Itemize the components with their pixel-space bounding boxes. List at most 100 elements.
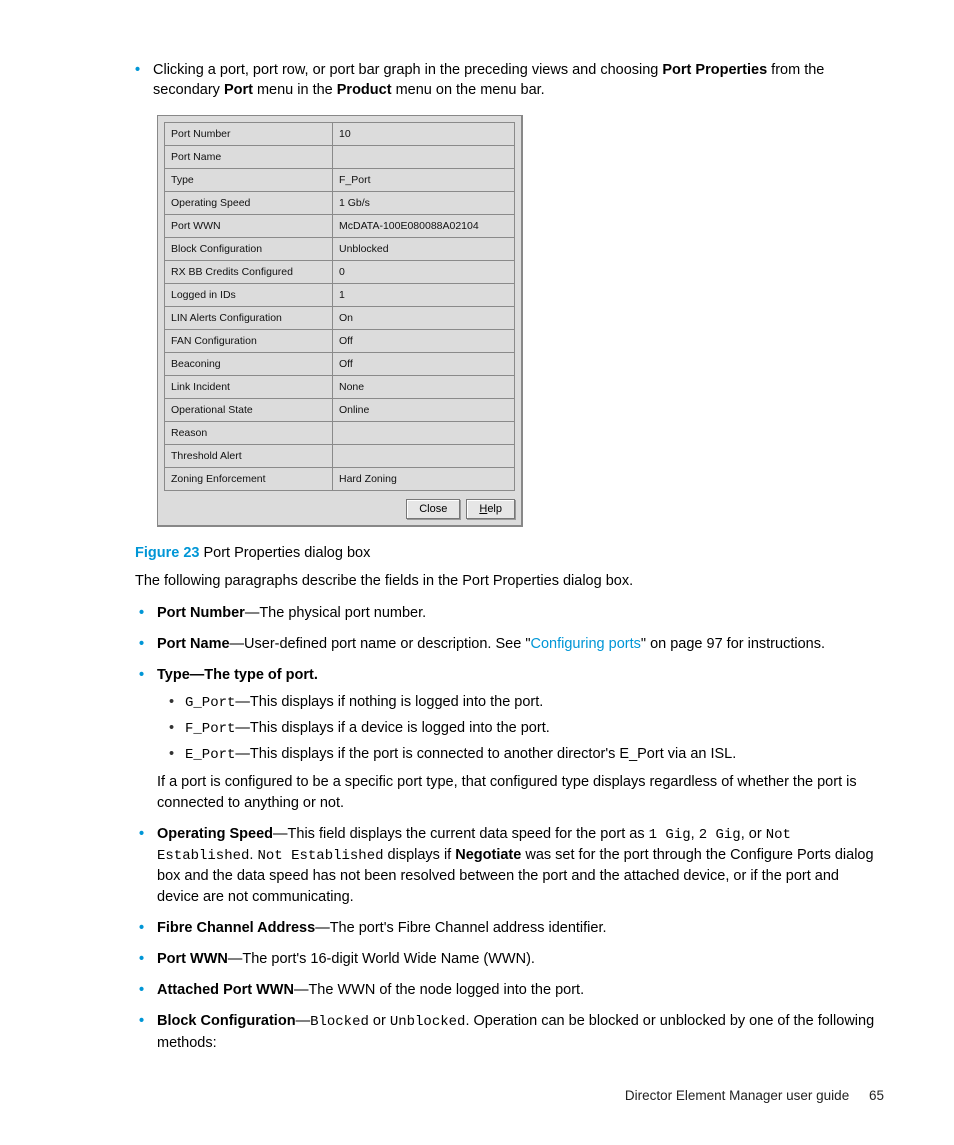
type-sublist: G_Port—This displays if nothing is logge… xyxy=(157,692,884,766)
close-button[interactable]: Close xyxy=(406,499,460,519)
prop-label: Zoning Enforcement xyxy=(165,467,333,490)
field-head: Operating Speed xyxy=(157,826,273,842)
footer-title: Director Element Manager user guide xyxy=(625,1088,849,1103)
intro-bold3: Product xyxy=(337,82,392,98)
following-paragraph: The following paragraphs describe the fi… xyxy=(135,573,884,589)
text: This displays if a device is logged into… xyxy=(250,720,550,736)
help-rest: elp xyxy=(487,503,502,515)
bullet-icon: • xyxy=(135,60,153,101)
prop-value: 1 Gb/s xyxy=(333,191,515,214)
figure-text: Port Properties dialog box xyxy=(199,545,370,561)
field-port-wwn: Port WWN—The port's 16-digit World Wide … xyxy=(157,949,884,970)
prop-value xyxy=(333,444,515,467)
field-text: The port's 16-digit World Wide Name (WWN… xyxy=(242,951,535,967)
intro-bold2: Port xyxy=(224,82,253,98)
prop-label: Link Incident xyxy=(165,375,333,398)
t2: displays if xyxy=(384,847,456,863)
prop-label: Threshold Alert xyxy=(165,444,333,467)
prop-value: Hard Zoning xyxy=(333,467,515,490)
table-row: Operational StateOnline xyxy=(165,398,515,421)
table-row: Operating Speed1 Gb/s xyxy=(165,191,515,214)
field-type: Type—The type of port. G_Port—This displ… xyxy=(157,665,884,814)
table-row: Reason xyxy=(165,421,515,444)
t1: This field displays the current data spe… xyxy=(288,826,649,842)
prop-label: LIN Alerts Configuration xyxy=(165,306,333,329)
intro-mid2: menu in the xyxy=(253,82,337,98)
field-text: The WWN of the node logged into the port… xyxy=(308,982,584,998)
field-fibre-channel-address: Fibre Channel Address—The port's Fibre C… xyxy=(157,918,884,939)
prop-value: Online xyxy=(333,398,515,421)
prop-value: Off xyxy=(333,329,515,352)
prop-label: Logged in IDs xyxy=(165,283,333,306)
document-page: • Clicking a port, port row, or port bar… xyxy=(0,0,954,1145)
dash: — xyxy=(294,982,309,998)
subtype-fport: F_Port—This displays if a device is logg… xyxy=(185,718,884,740)
table-row: FAN ConfigurationOff xyxy=(165,329,515,352)
prop-label: RX BB Credits Configured xyxy=(165,260,333,283)
subtype-eport: E_Port—This displays if the port is conn… xyxy=(185,744,884,766)
intro-bold1: Port Properties xyxy=(662,62,767,78)
intro-suffix: menu on the menu bar. xyxy=(392,82,545,98)
table-row: Logged in IDs1 xyxy=(165,283,515,306)
field-text: The port's Fibre Channel address identif… xyxy=(330,920,607,936)
dash: — xyxy=(190,667,205,683)
text: This displays if nothing is logged into … xyxy=(250,694,543,710)
dash: — xyxy=(230,636,245,652)
field-head: Type xyxy=(157,667,190,683)
subtype-gport: G_Port—This displays if nothing is logge… xyxy=(185,692,884,714)
figure-label: Figure 23 xyxy=(135,545,199,561)
negotiate: Negotiate xyxy=(455,847,521,863)
comma: , xyxy=(691,826,699,842)
field-port-number: Port Number—The physical port number. xyxy=(157,603,884,624)
field-port-name: Port Name—User-defined port name or desc… xyxy=(157,634,884,655)
field-list: Port Number—The physical port number. Po… xyxy=(135,603,884,1054)
field-operating-speed: Operating Speed—This field displays the … xyxy=(157,824,884,909)
table-row: BeaconingOff xyxy=(165,352,515,375)
prop-label: Block Configuration xyxy=(165,237,333,260)
port-properties-dialog: Port Number10 Port Name TypeF_Port Opera… xyxy=(157,115,523,527)
prop-value: F_Port xyxy=(333,168,515,191)
table-row: TypeF_Port xyxy=(165,168,515,191)
dash: — xyxy=(235,720,250,736)
prop-label: Port WWN xyxy=(165,214,333,237)
prop-value: On xyxy=(333,306,515,329)
page-footer: Director Element Manager user guide 65 xyxy=(625,1088,884,1103)
prop-label: Port Name xyxy=(165,145,333,168)
prop-value: McDATA-100E080088A02104 xyxy=(333,214,515,237)
dash: — xyxy=(296,1013,311,1029)
table-row: RX BB Credits Configured0 xyxy=(165,260,515,283)
prop-label: Beaconing xyxy=(165,352,333,375)
dash: — xyxy=(235,694,250,710)
c1: 1 Gig xyxy=(649,827,691,843)
table-row: LIN Alerts ConfigurationOn xyxy=(165,306,515,329)
intro-text: Clicking a port, port row, or port bar g… xyxy=(153,60,884,101)
dash: — xyxy=(273,826,288,842)
prop-label: Reason xyxy=(165,421,333,444)
dash: — xyxy=(245,605,260,621)
code: G_Port xyxy=(185,695,235,711)
field-head: Attached Port WWN xyxy=(157,982,294,998)
table-row: Threshold Alert xyxy=(165,444,515,467)
table-row: Block ConfigurationUnblocked xyxy=(165,237,515,260)
intro-prefix: Clicking a port, port row, or port bar g… xyxy=(153,62,662,78)
text: This displays if the port is connected t… xyxy=(250,746,736,762)
dash: — xyxy=(228,951,243,967)
prop-label: FAN Configuration xyxy=(165,329,333,352)
dialog-button-bar: Close Help xyxy=(164,499,515,519)
prop-label: Port Number xyxy=(165,122,333,145)
prop-value: None xyxy=(333,375,515,398)
type-after: If a port is configured to be a specific… xyxy=(157,772,884,814)
table-row: Port Number10 xyxy=(165,122,515,145)
prop-value: 0 xyxy=(333,260,515,283)
prop-value xyxy=(333,421,515,444)
field-head: Port Number xyxy=(157,605,245,621)
c1: Blocked xyxy=(310,1014,369,1030)
table-row: Link IncidentNone xyxy=(165,375,515,398)
field-attached-port-wwn: Attached Port WWN—The WWN of the node lo… xyxy=(157,980,884,1001)
help-button[interactable]: Help xyxy=(466,499,515,519)
t2: " on page 97 for instructions. xyxy=(641,636,825,652)
or: , or xyxy=(741,826,766,842)
prop-value: Unblocked xyxy=(333,237,515,260)
page-number: 65 xyxy=(869,1088,884,1103)
configuring-ports-link[interactable]: Configuring ports xyxy=(530,636,640,652)
